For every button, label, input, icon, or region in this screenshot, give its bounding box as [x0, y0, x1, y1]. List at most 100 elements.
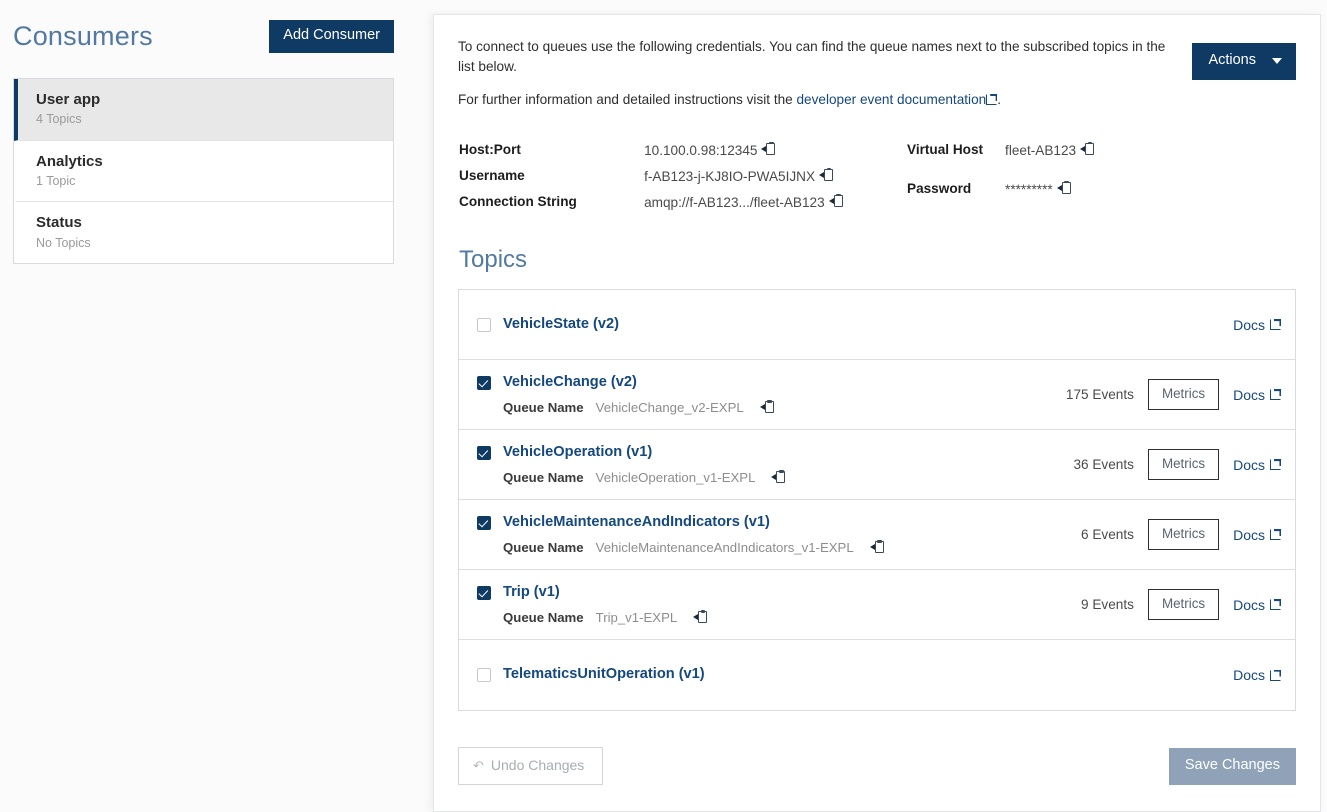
- actions-button[interactable]: Actions: [1192, 43, 1296, 80]
- topics-heading: Topics: [459, 245, 528, 273]
- topic-name[interactable]: VehicleMaintenanceAndIndicators (v1): [503, 514, 770, 532]
- topic-row: Trip (v1) Queue Name Trip_v1-EXPL 9 Even…: [459, 570, 1295, 641]
- credential-value: amqp://f-AB123.../fleet-AB123: [644, 193, 907, 220]
- consumer-topic-count: No Topics: [36, 235, 91, 250]
- credential-value: 10.100.0.98:12345: [644, 141, 907, 168]
- consumers-page: Consumers Add Consumer User app 4 Topics…: [0, 0, 1327, 812]
- add-consumer-button[interactable]: Add Consumer: [269, 20, 394, 53]
- docs-link-label: Docs: [1233, 386, 1265, 403]
- copy-icon[interactable]: [761, 141, 776, 156]
- credential-value: *********: [1005, 180, 1094, 220]
- topic-name[interactable]: VehicleChange (v2): [503, 374, 637, 392]
- credential-row-virtual-host: Virtual Host fleet-AB123: [907, 141, 1095, 181]
- metrics-button[interactable]: Metrics: [1147, 378, 1220, 411]
- intro-paragraph-documentation: For further information and detailed ins…: [458, 90, 1176, 110]
- copy-icon[interactable]: [819, 167, 834, 182]
- credential-value: f-AB123-j-KJ8IO-PWA5IJNX: [644, 167, 907, 194]
- topic-checkbox[interactable]: [477, 668, 491, 683]
- developer-documentation-link[interactable]: developer event documentation: [797, 92, 998, 107]
- docs-link-label: Docs: [1233, 596, 1265, 613]
- events-count: 6 Events: [1081, 527, 1134, 542]
- queue-name-row: Queue Name VehicleOperation_v1-EXPL: [503, 470, 1061, 485]
- intro-text-before: For further information and detailed ins…: [458, 91, 797, 107]
- queue-name-label: Queue Name: [503, 539, 584, 555]
- docs-link-label: Docs: [1233, 526, 1265, 543]
- topic-row: VehicleMaintenanceAndIndicators (v1) Que…: [459, 500, 1295, 571]
- metrics-button[interactable]: Metrics: [1147, 448, 1220, 481]
- sidebar-header: Consumers Add Consumer: [0, 0, 420, 53]
- sidebar-item-user-app[interactable]: User app 4 Topics: [14, 78, 393, 141]
- sidebar-item-analytics[interactable]: Analytics 1 Topic: [14, 140, 393, 203]
- intro-section: To connect to queues use the following c…: [458, 37, 1296, 110]
- topic-checkbox[interactable]: [477, 446, 491, 461]
- copy-icon[interactable]: [1080, 141, 1095, 156]
- consumer-name: Status: [36, 214, 82, 232]
- credential-value-text: amqp://f-AB123.../fleet-AB123: [644, 194, 825, 210]
- credential-row-host-port: Host:Port 10.100.0.98:12345: [459, 141, 907, 168]
- credential-label: Connection String: [459, 193, 577, 209]
- consumer-detail-panel: To connect to queues use the following c…: [433, 14, 1321, 812]
- docs-link[interactable]: Docs: [1233, 527, 1281, 543]
- queue-name-value: VehicleOperation_v1-EXPL: [595, 469, 756, 485]
- docs-link[interactable]: Docs: [1233, 317, 1281, 333]
- queue-name-label: Queue Name: [503, 609, 584, 625]
- docs-link[interactable]: Docs: [1233, 667, 1281, 683]
- credentials-column-left: Host:Port 10.100.0.98:12345 Username f-A…: [459, 141, 907, 220]
- credential-value-text: *********: [1005, 181, 1053, 197]
- credential-value: fleet-AB123: [1005, 141, 1095, 181]
- credential-row-password: Password *********: [907, 180, 1094, 220]
- external-link-icon: [1270, 599, 1281, 610]
- topic-checkbox[interactable]: [477, 516, 491, 531]
- topic-checkbox[interactable]: [477, 586, 491, 601]
- docs-link[interactable]: Docs: [1233, 387, 1281, 403]
- credential-value-text: f-AB123-j-KJ8IO-PWA5IJNX: [644, 168, 816, 184]
- topic-row: VehicleChange (v2) Queue Name VehicleCha…: [459, 360, 1295, 431]
- external-link-icon: [986, 93, 998, 105]
- intro-paragraph-credentials: To connect to queues use the following c…: [458, 39, 1166, 74]
- undo-changes-button[interactable]: ↶ Undo Changes: [458, 747, 604, 786]
- credential-row-connection-string: Connection String amqp://f-AB123.../flee…: [459, 193, 907, 220]
- undo-arrow-icon: ↶: [473, 758, 484, 774]
- consumers-sidebar: Consumers Add Consumer User app 4 Topics…: [0, 0, 420, 812]
- sidebar-item-status[interactable]: Status No Topics: [14, 202, 393, 264]
- page-title: Consumers: [13, 20, 153, 51]
- queue-name-value: VehicleChange_v2-EXPL: [595, 399, 744, 415]
- topic-name[interactable]: VehicleState (v2): [503, 316, 619, 334]
- metrics-button[interactable]: Metrics: [1147, 518, 1220, 551]
- queue-name-row: Queue Name Trip_v1-EXPL: [503, 610, 1069, 625]
- external-link-icon: [1270, 389, 1281, 400]
- credential-value-text: fleet-AB123: [1005, 142, 1077, 158]
- docs-link[interactable]: Docs: [1233, 597, 1281, 613]
- copy-icon[interactable]: [771, 470, 786, 484]
- metrics-button[interactable]: Metrics: [1147, 588, 1220, 621]
- docs-link[interactable]: Docs: [1233, 457, 1281, 473]
- topic-checkbox[interactable]: [477, 376, 491, 391]
- consumer-name: Analytics: [36, 152, 103, 170]
- chevron-down-icon: [1272, 57, 1282, 64]
- copy-icon[interactable]: [869, 540, 884, 554]
- save-changes-button[interactable]: Save Changes: [1168, 747, 1296, 785]
- actions-button-label: Actions: [1208, 52, 1256, 68]
- queue-name-value: Trip_v1-EXPL: [595, 609, 678, 625]
- copy-icon[interactable]: [759, 400, 774, 414]
- topic-row: VehicleState (v2) Docs: [459, 290, 1295, 361]
- queue-name-label: Queue Name: [503, 399, 584, 415]
- copy-icon[interactable]: [693, 610, 708, 624]
- docs-link-label: Docs: [1233, 316, 1265, 333]
- topic-name[interactable]: Trip (v1): [503, 584, 560, 602]
- credential-label: Username: [459, 167, 525, 183]
- external-link-icon: [1270, 459, 1281, 470]
- topic-row: VehicleOperation (v1) Queue Name Vehicle…: [459, 430, 1295, 501]
- events-count: 36 Events: [1073, 457, 1134, 472]
- copy-icon[interactable]: [1056, 180, 1071, 195]
- queue-name-label: Queue Name: [503, 469, 584, 485]
- copy-icon[interactable]: [828, 193, 843, 208]
- topic-row: TelematicsUnitOperation (v1) Docs: [459, 640, 1295, 710]
- topic-name[interactable]: TelematicsUnitOperation (v1): [503, 666, 705, 684]
- topic-checkbox[interactable]: [477, 317, 491, 332]
- external-link-icon: [1270, 669, 1281, 681]
- topics-list: VehicleState (v2) Docs VehicleChange (v2…: [458, 289, 1296, 712]
- docs-link-label: Docs: [1233, 667, 1265, 684]
- credential-label: Host:Port: [459, 141, 521, 157]
- topic-name[interactable]: VehicleOperation (v1): [503, 444, 652, 462]
